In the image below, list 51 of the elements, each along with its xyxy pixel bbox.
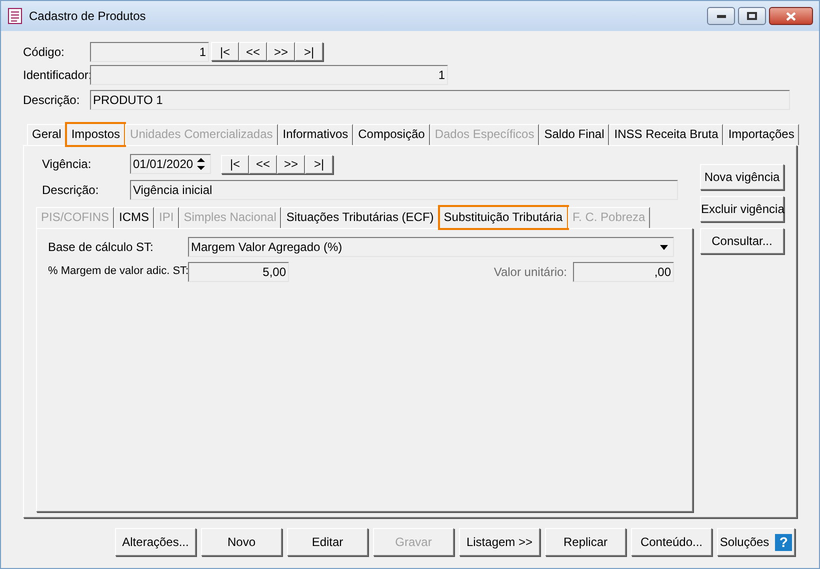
side-button[interactable]: Nova vigência	[700, 164, 784, 190]
field-label: Código:	[23, 44, 66, 60]
navigation-button[interactable]: |<	[211, 42, 239, 61]
maximize-button[interactable]	[738, 7, 766, 25]
field-label: Base de cálculo ST:	[48, 238, 154, 256]
tab[interactable]: Composição	[353, 124, 430, 145]
help-button[interactable]: Soluções ?	[717, 528, 795, 556]
navigation-button[interactable]: >|	[305, 154, 333, 174]
valor-unitario-field[interactable]: ,00	[573, 262, 674, 282]
field-label: Valor unitário:	[494, 264, 567, 280]
close-icon	[786, 12, 796, 20]
action-button[interactable]: Replicar	[545, 528, 626, 556]
action-button[interactable]: Conteúdo...	[631, 528, 712, 556]
tab[interactable]: ICMS	[114, 207, 154, 228]
navigation-button[interactable]: <<	[249, 154, 277, 174]
tab[interactable]: Saldo Final	[539, 124, 610, 145]
tab[interactable]: Importações	[723, 124, 800, 145]
field-label: % Margem de valor adic. ST:	[48, 264, 188, 280]
tab[interactable]: Impostos	[66, 123, 126, 146]
window-title: Cadastro de Produtos	[29, 8, 146, 25]
help-icon: ?	[775, 534, 792, 550]
navigation-button[interactable]: >>	[267, 42, 295, 61]
navigation-button[interactable]: >|	[295, 42, 323, 61]
field-label: Descrição:	[23, 92, 81, 108]
identificador-field[interactable]: 1	[90, 64, 448, 84]
field-label: Vigência:	[41, 156, 92, 173]
help-label: Soluções	[720, 534, 770, 551]
action-button[interactable]: Listagem >>	[459, 528, 540, 556]
date-field[interactable]: 01/01/2020	[130, 154, 211, 174]
tab[interactable]: INSS Receita Bruta	[609, 124, 724, 145]
navigation-button[interactable]: >>	[277, 154, 305, 174]
tab[interactable]: Substituição Tributária	[438, 206, 568, 229]
dropdown-value: Margem Valor Agregado (%)	[191, 238, 342, 256]
navigation-button[interactable]: <<	[239, 42, 267, 61]
date-value: 01/01/2020	[133, 156, 194, 173]
minimize-button[interactable]	[707, 7, 735, 25]
vigencia-descricao-field[interactable]: Vigência inicial	[130, 180, 678, 200]
action-button[interactable]: Editar	[287, 528, 368, 556]
codigo-field[interactable]: 1	[90, 42, 209, 62]
field-label: Identificador:	[23, 66, 90, 84]
base-calculo-dropdown[interactable]: Margem Valor Agregado (%)	[188, 236, 674, 256]
action-button[interactable]: Alterações...	[115, 528, 196, 556]
action-button[interactable]: Novo	[201, 528, 282, 556]
field-label: Descrição:	[41, 182, 100, 199]
tab[interactable]: Informativos	[278, 124, 354, 145]
side-button[interactable]: Consultar...	[700, 228, 784, 254]
document-icon	[7, 8, 23, 24]
close-button[interactable]	[769, 7, 813, 25]
margem-field[interactable]: 5,00	[188, 262, 289, 282]
navigation-button[interactable]: |<	[221, 154, 249, 174]
descricao-field[interactable]: PRODUTO 1	[90, 90, 790, 110]
